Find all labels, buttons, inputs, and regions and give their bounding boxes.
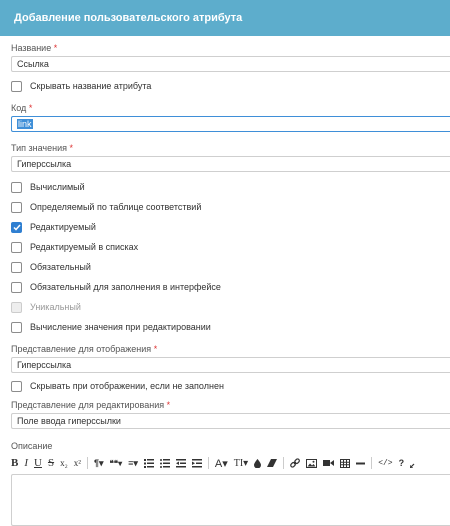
option-checkbox-row[interactable]: Обязательный — [11, 257, 450, 277]
checkbox-box[interactable] — [11, 261, 22, 273]
checkbox-box[interactable] — [11, 201, 22, 213]
option-checkbox-label: Редактируемый — [30, 222, 96, 232]
italic-button[interactable]: I — [24, 456, 28, 470]
option-checkbox-row[interactable]: Редактируемый в списках — [11, 237, 450, 257]
ordered-list-icon[interactable] — [143, 456, 154, 470]
code-input[interactable]: link — [11, 116, 450, 132]
display-label: Представление для отображения * — [11, 343, 450, 355]
checkbox-box — [11, 301, 22, 313]
video-icon[interactable] — [323, 456, 335, 470]
checkbox-box[interactable] — [11, 241, 22, 253]
option-checkbox-row: Уникальный — [11, 297, 450, 317]
display-label-text: Представление для отображения — [11, 344, 152, 354]
link-icon[interactable] — [290, 456, 301, 470]
code-label: Код * — [11, 102, 450, 114]
description-editor[interactable] — [11, 474, 450, 526]
hide-empty-label: Скрывать при отображении, если не заполн… — [30, 381, 224, 391]
code-label-text: Код — [11, 103, 27, 113]
option-checkbox-row[interactable]: Редактируемый — [11, 217, 450, 237]
help-button[interactable]: ? — [399, 456, 405, 470]
display-select[interactable]: Гиперссылка — [11, 357, 450, 373]
required-mark: * — [28, 103, 33, 113]
option-checkbox-label: Редактируемый в списках — [30, 242, 139, 252]
font-color-button[interactable]: A▾ — [215, 456, 228, 470]
image-icon[interactable] — [306, 456, 318, 470]
hide-name-label: Скрывать название атрибута — [30, 81, 152, 91]
color-drop-icon[interactable] — [254, 456, 262, 470]
toolbar-separator — [86, 457, 88, 469]
eraser-icon[interactable] — [267, 456, 278, 470]
option-checkbox-row[interactable]: Определяемый по таблице соответствий — [11, 197, 450, 217]
required-mark: * — [69, 143, 74, 153]
fullscreen-icon[interactable] — [410, 456, 419, 470]
superscript-button[interactable]: x² — [74, 456, 81, 470]
option-checkbox-row[interactable]: Обязательный для заполнения в интерфейсе — [11, 277, 450, 297]
text-size-button[interactable]: TI▾ — [234, 456, 248, 470]
required-mark: * — [153, 344, 158, 354]
description-label: Описание — [11, 441, 53, 451]
checkbox-box[interactable] — [11, 380, 22, 392]
editor-toolbar: B I U S x₂ x² ¶▾ ❝❝▾ ≡▾ A▾ TI▾ </> ? — [11, 454, 450, 472]
option-checkbox-label: Вычислимый — [30, 182, 85, 192]
horizontal-rule-icon[interactable] — [356, 456, 366, 470]
check-icon — [12, 224, 21, 231]
dialog-body: Название * Ссылка Скрывать название атри… — [0, 36, 450, 526]
subscript-button[interactable]: x₂ — [60, 456, 68, 470]
strikethrough-button[interactable]: S — [48, 456, 54, 470]
hide-name-checkbox[interactable]: Скрывать название атрибута — [11, 76, 450, 96]
required-mark: * — [53, 43, 58, 53]
name-label-text: Название — [11, 43, 52, 53]
unordered-list-icon[interactable] — [159, 456, 170, 470]
table-icon[interactable] — [340, 456, 351, 470]
edit-label: Представление для редактирования * — [11, 399, 450, 411]
checkbox-box[interactable] — [11, 80, 22, 92]
edit-label-text: Представление для редактирования — [11, 400, 165, 410]
outdent-icon[interactable] — [175, 456, 186, 470]
checkbox-box[interactable] — [11, 181, 22, 193]
type-input[interactable]: Гиперссылка — [11, 156, 450, 172]
option-checkbox-label: Обязательный — [30, 262, 91, 272]
toolbar-separator — [283, 457, 285, 469]
paragraph-format-button[interactable]: ¶▾ — [94, 456, 104, 470]
option-checkbox-row[interactable]: Вычисление значения при редактировании — [11, 317, 450, 337]
checkbox-box[interactable] — [11, 281, 22, 293]
indent-icon[interactable] — [191, 456, 202, 470]
checkbox-checked[interactable] — [11, 221, 22, 233]
bold-button[interactable]: B — [11, 456, 18, 470]
code-input-selected-text: link — [17, 119, 33, 129]
dialog-title: Добавление пользовательского атрибута — [0, 0, 450, 36]
name-input[interactable]: Ссылка — [11, 56, 450, 72]
align-button[interactable]: ≡▾ — [128, 456, 138, 470]
option-checkbox-label: Обязательный для заполнения в интерфейсе — [30, 282, 221, 292]
checkbox-box[interactable] — [11, 321, 22, 333]
type-label: Тип значения * — [11, 142, 450, 154]
option-checkbox-label: Уникальный — [30, 302, 81, 312]
name-label: Название * — [11, 42, 450, 54]
underline-button[interactable]: U — [34, 456, 42, 470]
toolbar-separator — [371, 457, 373, 469]
attribute-options: Вычислимый Определяемый по таблице соотве… — [11, 177, 450, 337]
required-mark: * — [166, 400, 171, 410]
code-view-button[interactable]: </> — [378, 456, 392, 470]
type-label-text: Тип значения — [11, 143, 67, 153]
option-checkbox-label: Вычисление значения при редактировании — [30, 322, 211, 332]
option-checkbox-label: Определяемый по таблице соответствий — [30, 202, 202, 212]
option-checkbox-row[interactable]: Вычислимый — [11, 177, 450, 197]
quote-button[interactable]: ❝❝▾ — [109, 456, 122, 470]
edit-select[interactable]: Поле ввода гиперссылки — [11, 413, 450, 429]
hide-empty-checkbox[interactable]: Скрывать при отображении, если не заполн… — [11, 376, 450, 396]
toolbar-separator — [207, 457, 209, 469]
